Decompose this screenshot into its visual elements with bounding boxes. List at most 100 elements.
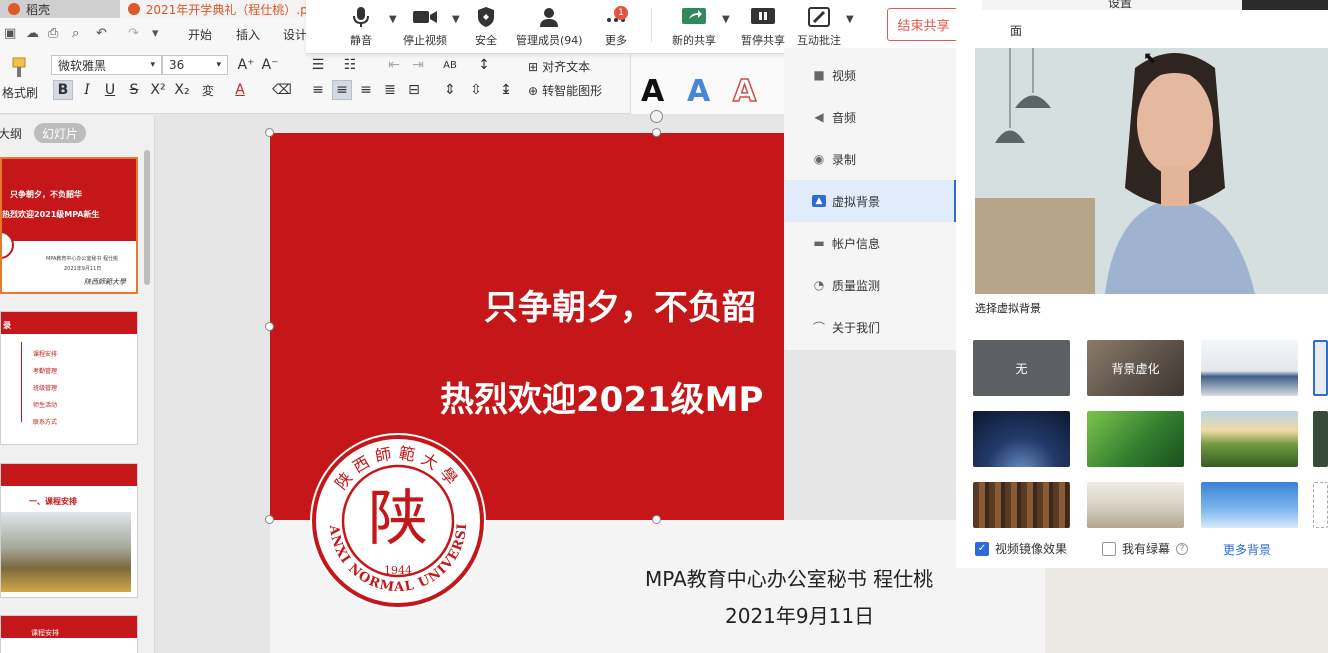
align-right-icon[interactable]: ≡: [356, 80, 376, 100]
slide-thumb-2[interactable]: 录 课程安排 考勤管理 班级管理 师生活动 联系方式: [0, 311, 138, 445]
bold-button[interactable]: B: [53, 80, 73, 100]
thumb2-list: 课程安排 考勤管理 班级管理 师生活动 联系方式: [33, 346, 57, 431]
nav-audio[interactable]: ◀ 音频: [784, 96, 956, 138]
eraser-icon[interactable]: ⌫: [272, 80, 292, 100]
bg-tile-room[interactable]: [1087, 482, 1184, 528]
slide-subtitle-line2[interactable]: 2021年9月11日: [725, 600, 874, 629]
tab-slides[interactable]: 幻灯片: [34, 123, 86, 143]
font-grow-button[interactable]: A⁺: [236, 55, 256, 75]
slide-thumb-4[interactable]: 课程安排: [0, 615, 138, 653]
resize-handle[interactable]: [652, 515, 661, 524]
font-color-button[interactable]: A: [230, 80, 250, 100]
bg-tile-bookshelf[interactable]: [973, 482, 1070, 528]
bg-tile-selected[interactable]: [1313, 340, 1328, 396]
save-icon[interactable]: ▣: [4, 26, 16, 41]
line-spacing-icon[interactable]: ↕: [474, 55, 494, 75]
green-screen-checkbox[interactable]: 我有绿幕 ?: [1102, 540, 1189, 557]
bullet-list-icon[interactable]: ☰: [308, 55, 328, 75]
font-size-select[interactable]: 36 ▾: [162, 55, 228, 75]
slide-thumb-3[interactable]: 一、课程安排: [0, 463, 138, 598]
bg-tile-office[interactable]: [1201, 340, 1298, 396]
underline-button[interactable]: U: [100, 80, 120, 100]
slide-thumb-1[interactable]: 只争朝夕，不负韶华 热烈欢迎2021级MPA新生 MPA教育中心办公室秘书 程仕…: [0, 157, 138, 294]
video-caret-icon[interactable]: ▼: [452, 14, 460, 25]
distribute-icon[interactable]: ⊟: [404, 80, 424, 100]
bg-tile-leaf[interactable]: [1087, 411, 1184, 467]
justify-icon[interactable]: ≣: [380, 80, 400, 100]
align-center-icon[interactable]: ≡: [332, 80, 352, 100]
scrollbar-thumb[interactable]: [144, 150, 150, 285]
nav-account[interactable]: ▬ 帐户信息: [784, 222, 956, 264]
font-shrink-button[interactable]: A⁻: [260, 55, 280, 75]
bg-tile-add[interactable]: [1313, 482, 1328, 528]
para-spacing-icon[interactable]: ⇕: [440, 80, 460, 100]
annotate-caret-icon[interactable]: ▼: [846, 14, 854, 25]
undo-icon[interactable]: ↶: [96, 26, 107, 41]
end-share-button[interactable]: 结束共享: [887, 8, 960, 41]
rotate-handle-icon[interactable]: [650, 110, 663, 123]
mirror-label: 视频镜像效果: [995, 542, 1068, 556]
number-list-icon[interactable]: ☷: [340, 55, 360, 75]
text-style-blue[interactable]: A: [687, 74, 710, 109]
mute-button[interactable]: 静音: [350, 6, 372, 48]
menu-insert[interactable]: 插入: [236, 26, 260, 43]
bg-tile-none[interactable]: 无: [973, 340, 1070, 396]
camera-preview: [975, 48, 1328, 294]
menu-home[interactable]: 开始: [188, 26, 212, 43]
bg-tile-hills[interactable]: [1201, 411, 1298, 467]
text-style-outline[interactable]: A: [732, 73, 757, 110]
superscript-button[interactable]: X²: [148, 80, 168, 100]
align-left-icon[interactable]: ≡: [308, 80, 328, 100]
stop-video-button[interactable]: 停止视频: [403, 6, 447, 48]
nav-quality[interactable]: ◔ 质量监测: [784, 264, 956, 306]
bg-tile-stars[interactable]: [973, 411, 1070, 467]
resize-handle[interactable]: [265, 515, 274, 524]
preview-icon[interactable]: ⌕: [72, 26, 79, 41]
para-spacing2-icon[interactable]: ⇳: [466, 80, 486, 100]
font-name-select[interactable]: 微软雅黑 ▾: [51, 55, 162, 75]
mute-caret-icon[interactable]: ▼: [389, 14, 397, 25]
tab-docer[interactable]: 稻壳: [0, 0, 120, 18]
share-caret-icon[interactable]: ▼: [722, 14, 730, 25]
nav-about[interactable]: ⌒ 关于我们: [784, 306, 956, 348]
resize-handle[interactable]: [265, 322, 274, 331]
text-style-black[interactable]: A: [641, 74, 664, 109]
subscript-button[interactable]: X₂: [172, 80, 192, 100]
resize-handle[interactable]: [265, 128, 274, 137]
italic-button[interactable]: I: [77, 80, 97, 100]
bg-tile-blur[interactable]: 背景虚化: [1087, 340, 1184, 396]
security-button[interactable]: 安全: [475, 6, 497, 48]
mirror-checkbox[interactable]: ✓ 视频镜像效果: [975, 540, 1067, 557]
more-backgrounds-link[interactable]: 更多背景: [1223, 541, 1271, 558]
phonetic-button[interactable]: 変: [198, 80, 218, 100]
tab-presentation[interactable]: 2021年开学典礼（程仕桃）.pp: [120, 0, 320, 18]
participants-button[interactable]: 管理成员(94): [516, 6, 583, 48]
annotate-button[interactable]: 互动批注: [797, 6, 841, 48]
align-text-button[interactable]: ⊞ 对齐文本: [528, 58, 590, 75]
strikethrough-button[interactable]: S: [124, 80, 144, 100]
nav-video[interactable]: ■ 视频: [784, 54, 956, 96]
bg-tile-more[interactable]: [1313, 411, 1328, 467]
dropdown-icon[interactable]: ▾: [152, 26, 159, 41]
menu-design[interactable]: 设计: [283, 26, 307, 43]
slide-title-line1[interactable]: 只争朝夕，不负韶: [484, 280, 756, 329]
cloud-icon[interactable]: ☁: [26, 26, 39, 41]
redo-icon[interactable]: ↷: [128, 26, 139, 41]
text-direction-icon[interactable]: AB: [440, 55, 460, 75]
slide-subtitle-line1[interactable]: MPA教育中心办公室秘书 程仕桃: [645, 563, 933, 592]
format-painter-icon[interactable]: [8, 56, 32, 80]
tab-outline[interactable]: 大纲: [0, 125, 22, 142]
smart-shape-button[interactable]: ⊕ 转智能图形: [528, 82, 602, 99]
line-spacing2-icon[interactable]: ↨: [496, 80, 516, 100]
pause-share-button[interactable]: 暂停共享: [741, 6, 785, 48]
indent-decrease-icon[interactable]: ⇤: [384, 55, 404, 75]
slide-title-line2[interactable]: 热烈欢迎2021级MP: [440, 372, 763, 421]
nav-record[interactable]: ◉ 录制: [784, 138, 956, 180]
indent-increase-icon[interactable]: ⇥: [408, 55, 428, 75]
nav-virtual-background[interactable]: ▲ 虚拟背景: [784, 180, 956, 222]
print-icon[interactable]: ⎙: [48, 26, 58, 41]
resize-handle[interactable]: [652, 128, 661, 137]
new-share-button[interactable]: 新的共享: [672, 6, 716, 48]
help-icon[interactable]: ?: [1176, 542, 1189, 555]
bg-tile-sky[interactable]: [1201, 482, 1298, 528]
